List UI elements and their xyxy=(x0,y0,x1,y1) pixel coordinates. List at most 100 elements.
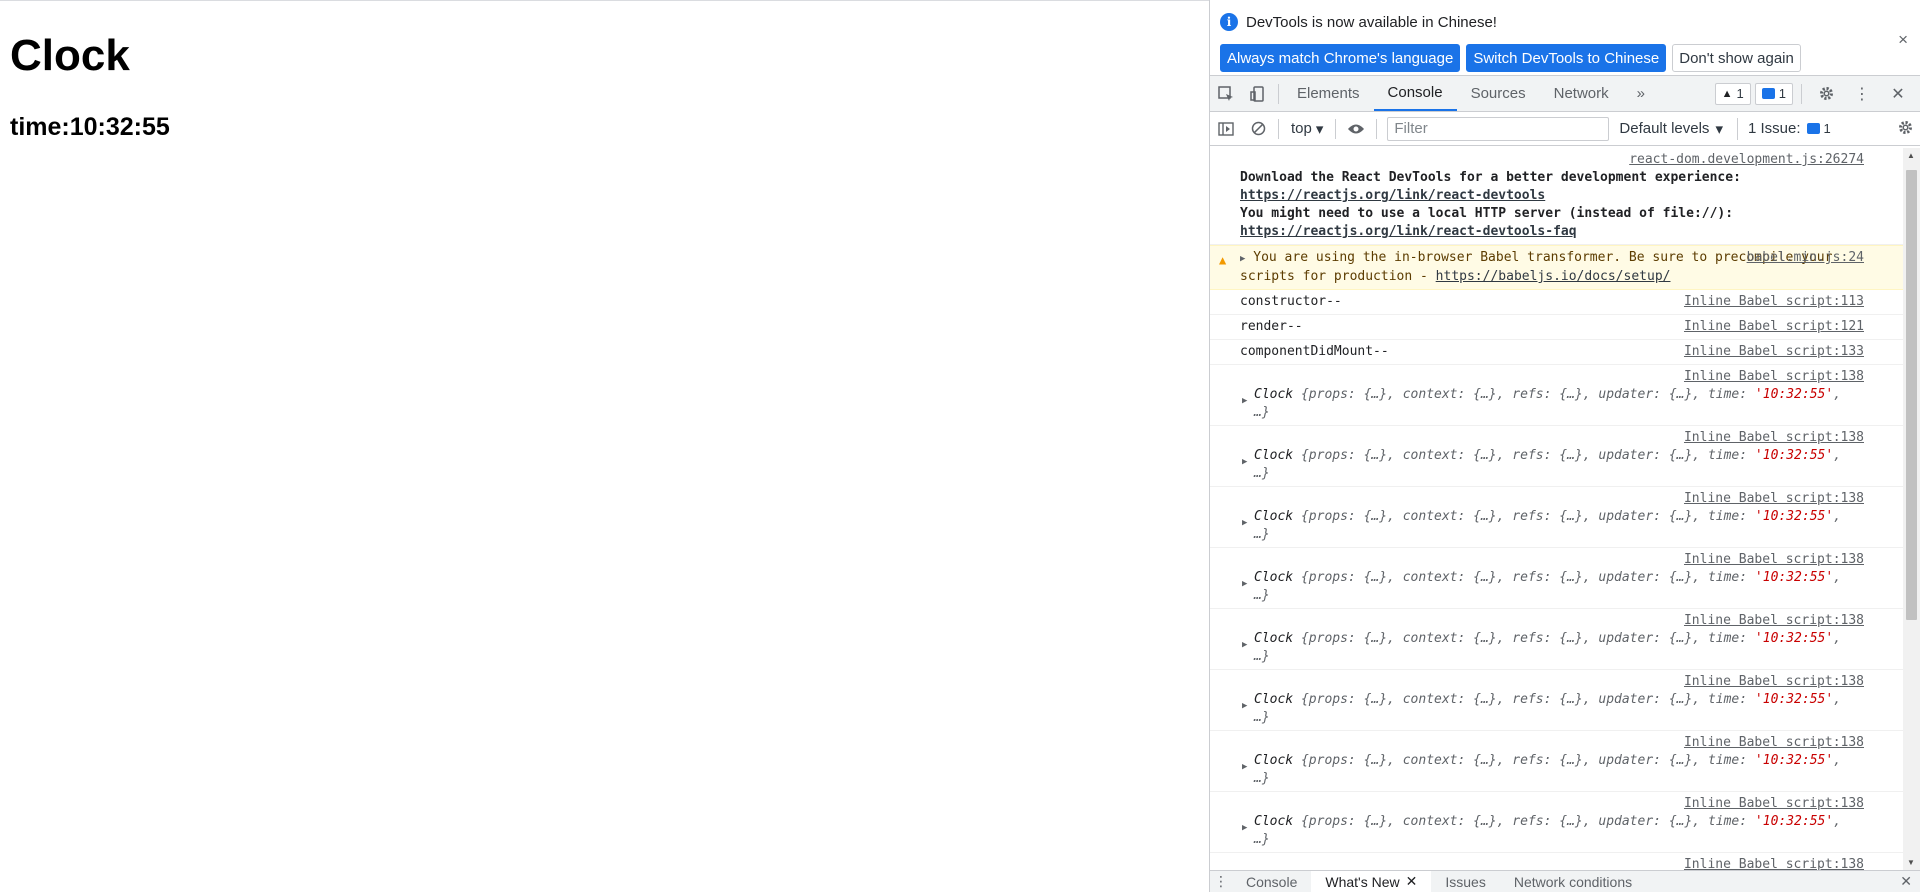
source-link[interactable]: Inline Babel script:121 xyxy=(1684,318,1864,336)
message-text: You might need to use a local HTTP serve… xyxy=(1240,206,1734,221)
source-link[interactable]: babel.min.js:24 xyxy=(1747,249,1864,267)
drawer-tab-network-conditions[interactable]: Network conditions xyxy=(1500,871,1646,892)
scroll-down-icon[interactable]: ▼ xyxy=(1907,858,1915,867)
message-text: render-- xyxy=(1240,319,1303,334)
expand-triangle-icon[interactable]: ▶ xyxy=(1242,758,1247,776)
object-preview[interactable]: Clock {props: {…}, context: {…}, refs: {… xyxy=(1254,752,1864,788)
live-expression-eye-icon[interactable] xyxy=(1340,112,1372,146)
object-preview[interactable]: Clock {props: {…}, context: {…}, refs: {… xyxy=(1254,691,1864,727)
chevron-down-icon: ▾ xyxy=(1315,120,1324,138)
expand-triangle-icon[interactable]: ▶ xyxy=(1242,392,1247,410)
source-link[interactable]: Inline Babel script:138 xyxy=(1254,734,1864,752)
tab-network[interactable]: Network xyxy=(1540,76,1623,111)
info-icon: i xyxy=(1220,13,1238,31)
message-text: componentDidMount-- xyxy=(1240,344,1389,359)
source-link[interactable]: Inline Babel script:138 xyxy=(1254,795,1864,813)
warnings-count: 1 xyxy=(1736,86,1744,101)
object-preview[interactable]: Clock {props: {…}, context: {…}, refs: {… xyxy=(1254,508,1864,544)
source-link[interactable]: Inline Babel script:138 xyxy=(1254,368,1864,386)
log-levels-dropdown[interactable]: Default levels ▾ xyxy=(1619,120,1723,138)
source-link[interactable]: Inline Babel script:138 xyxy=(1254,673,1864,691)
source-link[interactable]: Inline Babel script:113 xyxy=(1684,293,1864,311)
context-selector[interactable]: top ▾ xyxy=(1283,120,1331,138)
tab-console[interactable]: Console xyxy=(1373,76,1457,111)
issue-flag-icon xyxy=(1761,88,1775,99)
tab-sources[interactable]: Sources xyxy=(1457,76,1540,111)
object-class: Clock xyxy=(1254,387,1294,402)
clear-console-icon[interactable] xyxy=(1242,112,1274,146)
console-message: componentDidMount-- Inline Babel script:… xyxy=(1210,340,1920,365)
source-link[interactable]: Inline Babel script:138 xyxy=(1254,551,1864,569)
babel-setup-link[interactable]: https://babeljs.io/docs/setup/ xyxy=(1436,269,1671,284)
drawer-tab-console[interactable]: Console xyxy=(1232,871,1311,892)
source-link[interactable]: Inline Babel script:138 xyxy=(1254,429,1864,447)
devtools-panel: i DevTools is now available in Chinese! … xyxy=(1209,0,1920,892)
object-preview[interactable]: Clock {props: {…}, context: {…}, refs: {… xyxy=(1254,813,1864,849)
source-link[interactable]: Inline Babel script:133 xyxy=(1684,343,1864,361)
expand-triangle-icon[interactable]: ▶ xyxy=(1242,636,1247,654)
more-tabs-icon[interactable]: » xyxy=(1623,76,1659,111)
drawer-menu-icon[interactable]: ⋮ xyxy=(1210,873,1232,890)
react-devtools-link[interactable]: https://reactjs.org/link/react-devtools xyxy=(1240,188,1545,203)
console-object-log: Inline Babel script:138 ▶ Clock {props: {…… xyxy=(1210,609,1920,670)
scroll-up-icon[interactable]: ▲ xyxy=(1907,151,1915,160)
switch-chinese-button[interactable]: Switch DevTools to Chinese xyxy=(1466,44,1667,72)
object-body: {props: {…}, context: {…}, refs: {…}, up… xyxy=(1293,509,1755,524)
close-devtools-icon[interactable]: ✕ xyxy=(1882,77,1914,111)
match-language-button[interactable]: Always match Chrome's language xyxy=(1220,44,1461,72)
react-devtools-faq-link[interactable]: https://reactjs.org/link/react-devtools-… xyxy=(1240,224,1577,239)
object-time-value: '10:32:55' xyxy=(1754,692,1834,707)
expand-triangle-icon[interactable]: ▶ xyxy=(1242,453,1247,471)
console-object-log: Inline Babel script:138 ▶ Clock {props: {…… xyxy=(1210,731,1920,792)
drawer-tab-issues[interactable]: Issues xyxy=(1431,871,1499,892)
console-object-log: Inline Babel script:138 ▶ Clock {props: {…… xyxy=(1210,487,1920,548)
object-body: {props: {…}, context: {…}, refs: {…}, up… xyxy=(1293,692,1755,707)
expand-triangle-icon[interactable]: ▶ xyxy=(1242,697,1247,715)
object-preview[interactable]: Clock {props: {…}, context: {…}, refs: {… xyxy=(1254,386,1864,422)
device-toolbar-icon[interactable] xyxy=(1242,77,1274,111)
expand-triangle-icon[interactable]: ▶ xyxy=(1242,819,1247,837)
issues-toolbar-count: 1 xyxy=(1823,121,1831,136)
sidebar-toggle-icon[interactable] xyxy=(1210,112,1242,146)
divider xyxy=(1278,83,1279,104)
console-object-log: Inline Babel script:138▶Clock {props: {…… xyxy=(1210,853,1920,870)
dont-show-again-button[interactable]: Don't show again xyxy=(1672,44,1801,72)
source-link[interactable]: react-dom.development.js:26274 xyxy=(1240,151,1864,169)
issues-button[interactable]: 1 Issue: 1 xyxy=(1736,117,1831,140)
inspect-element-icon[interactable] xyxy=(1210,77,1242,111)
source-link[interactable]: Inline Babel script:138 xyxy=(1254,612,1864,630)
clock-log-list: Inline Babel script:138 ▶ Clock {props: {…… xyxy=(1210,365,1920,870)
drawer-tabbar: ⋮ Console What's New ✕ Issues Network co… xyxy=(1210,870,1920,892)
filter-input[interactable]: Filter xyxy=(1387,116,1610,141)
kebab-menu-icon[interactable]: ⋮ xyxy=(1846,77,1878,111)
console-object-log: Inline Babel script:138 ▶ Clock {props: {…… xyxy=(1210,792,1920,853)
expand-triangle-icon[interactable]: ▶ xyxy=(1242,514,1247,532)
issues-badge[interactable]: 1 xyxy=(1754,82,1793,105)
object-time-value: '10:32:55' xyxy=(1754,448,1834,463)
object-preview[interactable]: Clock {props: {…}, context: {…}, refs: {… xyxy=(1254,569,1864,605)
settings-gear-icon[interactable] xyxy=(1810,77,1842,111)
close-infobar-icon[interactable]: × xyxy=(1898,30,1908,50)
scrollbar-thumb[interactable] xyxy=(1906,170,1917,620)
clock-time: time:10:32:55 xyxy=(10,113,170,141)
console-warning-babel: ▲ babel.min.js:24 ▶ You are using the in… xyxy=(1210,245,1920,290)
object-body: {props: {…}, context: {…}, refs: {…}, up… xyxy=(1293,753,1755,768)
divider xyxy=(1801,83,1802,104)
object-preview[interactable]: Clock {props: {…}, context: {…}, refs: {… xyxy=(1254,447,1864,483)
expand-triangle-icon[interactable]: ▶ xyxy=(1242,575,1247,593)
tab-elements[interactable]: Elements xyxy=(1283,76,1374,111)
devtools-tabbar: Elements Console Sources Network » ▲ 1 1… xyxy=(1210,76,1920,112)
close-drawer-icon[interactable]: ✕ xyxy=(1900,873,1912,890)
object-class: Clock xyxy=(1254,509,1294,524)
drawer-tab-whats-new[interactable]: What's New ✕ xyxy=(1311,870,1432,892)
close-tab-icon[interactable]: ✕ xyxy=(1406,873,1418,890)
object-preview[interactable]: Clock {props: {…}, context: {…}, refs: {… xyxy=(1254,630,1864,666)
warnings-badge[interactable]: ▲ 1 xyxy=(1714,82,1751,105)
source-link[interactable]: Inline Babel script:138 xyxy=(1254,490,1864,508)
context-label: top xyxy=(1291,120,1312,137)
console-scrollbar[interactable]: ▲ ▼ xyxy=(1903,148,1920,870)
object-body: {props: {…}, context: {…}, refs: {…}, up… xyxy=(1293,631,1755,646)
console-settings-gear-icon[interactable] xyxy=(1897,119,1914,140)
expand-triangle-icon[interactable]: ▶ xyxy=(1240,254,1245,264)
source-link[interactable]: Inline Babel script:138 xyxy=(1254,856,1864,870)
